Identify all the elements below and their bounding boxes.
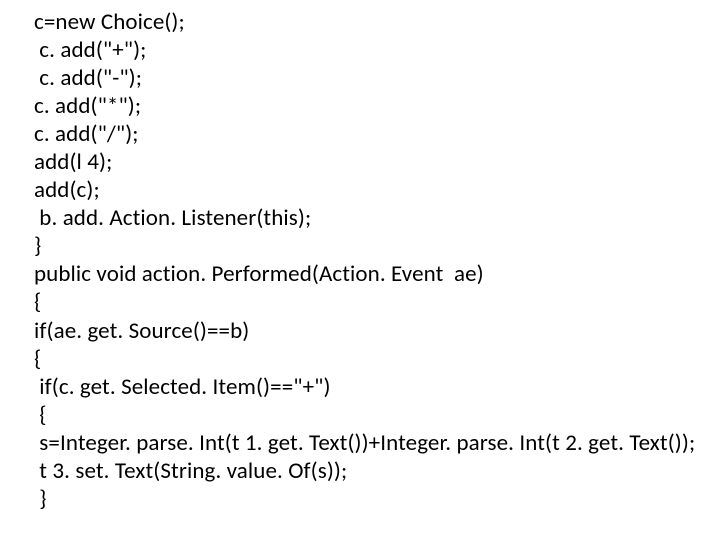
code-snippet: c=new Choice(); c. add("+"); c. add("-")…	[0, 0, 720, 513]
